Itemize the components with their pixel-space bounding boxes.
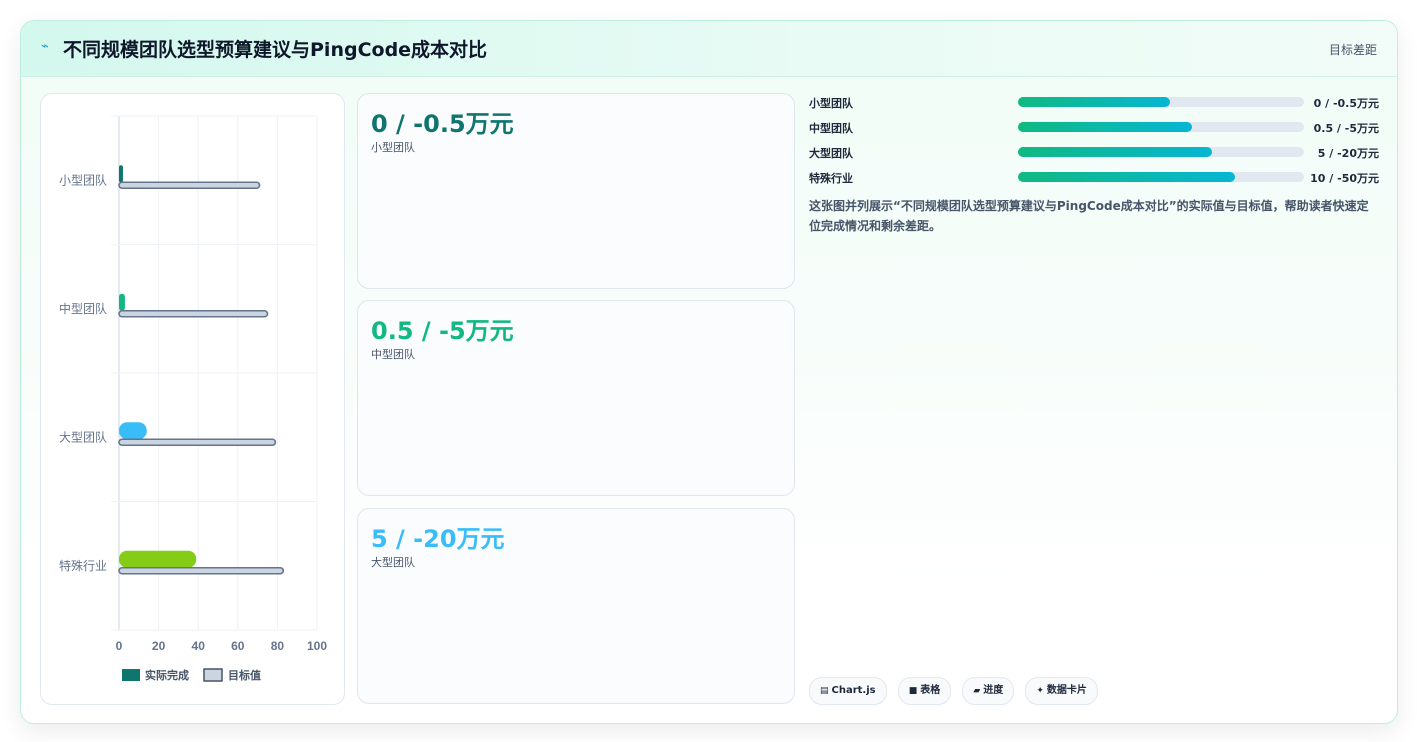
target-bar bbox=[118, 181, 261, 190]
kpi-value: 5 / -20万元 bbox=[371, 525, 505, 553]
y-tick-label: 大型团队 bbox=[59, 429, 107, 444]
progress-panel: 小型团队 0 / -0.5万元 中型团队 0.5 / -5万元 大型团队 5 /… bbox=[809, 93, 1379, 233]
y-tick-label: 中型团队 bbox=[59, 301, 107, 316]
progress-name: 小型团队 bbox=[809, 97, 853, 110]
progress-row: 大型团队 5 / -20万元 bbox=[809, 143, 1379, 168]
tag-label: 进度 bbox=[983, 685, 1004, 696]
y-tick-label: 小型团队 bbox=[59, 172, 107, 187]
progress-row: 特殊行业 10 / -50万元 bbox=[809, 168, 1379, 193]
x-tick-label: 20 bbox=[152, 639, 166, 653]
kpi-card-small: 0 / -0.5万元 小型团队 bbox=[357, 93, 795, 289]
tag-data-card[interactable]: ✦ 数据卡片 bbox=[1025, 677, 1098, 705]
actual-bar bbox=[119, 293, 125, 311]
kpi-card-large: 5 / -20万元 大型团队 bbox=[357, 508, 795, 704]
tag-label: 表格 bbox=[920, 685, 941, 696]
header-bar: ⌁ 不同规模团队选型预算建议与PingCode成本对比 目标差距 bbox=[21, 21, 1397, 77]
legend-label-actual: 实际完成 bbox=[145, 668, 189, 682]
actual-bar bbox=[119, 550, 197, 568]
kpi-label: 大型团队 bbox=[371, 556, 415, 569]
x-tick-label: 80 bbox=[271, 639, 285, 653]
progress-track bbox=[1018, 147, 1304, 157]
tag-label: 数据卡片 bbox=[1046, 685, 1087, 696]
x-tick-label: 60 bbox=[231, 639, 245, 653]
bar-chart: 0 20 40 60 80 100 小型团队中型团队大型团队特殊行业实际完成 目标值 bbox=[59, 115, 327, 682]
tag-list: ▤ Chart.js ■ 表格 ▰ 进度 ✦ 数据卡片 bbox=[809, 677, 1104, 705]
progress-fill bbox=[1018, 122, 1193, 132]
bar-chart-panel: 0 20 40 60 80 100 小型团队中型团队大型团队特殊行业实际完成 目标值 bbox=[40, 93, 345, 705]
progress-track bbox=[1018, 172, 1304, 182]
progress-fill bbox=[1018, 97, 1170, 107]
kpi-label: 中型团队 bbox=[371, 348, 415, 361]
progress-row: 小型团队 0 / -0.5万元 bbox=[809, 93, 1379, 118]
x-tick-label: 100 bbox=[307, 639, 327, 653]
progress-fill bbox=[1018, 147, 1213, 157]
main-card: ⌁ 不同规模团队选型预算建议与PingCode成本对比 目标差距 0 20 40 60… bbox=[20, 20, 1398, 724]
target-bar bbox=[118, 309, 269, 318]
x-tick-label: 0 bbox=[116, 639, 123, 653]
sparkle-icon: ✦ bbox=[1036, 686, 1044, 696]
y-tick-label: 特殊行业 bbox=[59, 558, 107, 573]
progress-fill bbox=[1018, 172, 1236, 182]
target-bar bbox=[118, 438, 277, 447]
progress-name: 中型团队 bbox=[809, 122, 853, 135]
progress-row: 中型团队 0.5 / -5万元 bbox=[809, 118, 1379, 143]
bolt-icon: ⌁ bbox=[41, 39, 49, 54]
progress-value: 0.5 / -5万元 bbox=[1313, 122, 1379, 135]
actual-bar bbox=[119, 422, 147, 440]
progress-track bbox=[1018, 122, 1304, 132]
kpi-card-medium: 0.5 / -5万元 中型团队 bbox=[357, 300, 795, 496]
progress-track bbox=[1018, 97, 1304, 107]
tag-label: Chart.js bbox=[831, 685, 876, 696]
tag-table[interactable]: ■ 表格 bbox=[897, 677, 952, 705]
progress-value: 5 / -20万元 bbox=[1317, 147, 1379, 160]
legend-label-target: 目标值 bbox=[228, 668, 261, 682]
progress-value: 10 / -50万元 bbox=[1310, 172, 1379, 185]
chart-icon: ▤ bbox=[820, 686, 829, 696]
kpi-value: 0.5 / -5万元 bbox=[371, 317, 514, 345]
progress-name: 大型团队 bbox=[809, 147, 853, 160]
kpi-label: 小型团队 bbox=[371, 141, 415, 154]
progress-value: 0 / -0.5万元 bbox=[1313, 97, 1379, 110]
tag-chartjs[interactable]: ▤ Chart.js bbox=[809, 677, 887, 705]
legend-swatch-actual bbox=[122, 669, 140, 681]
table-icon: ■ bbox=[908, 686, 918, 696]
target-bar bbox=[118, 566, 285, 575]
kpi-value: 0 / -0.5万元 bbox=[371, 110, 514, 138]
legend-swatch-target bbox=[203, 668, 223, 682]
description-text: 这张图并列展示“不同规模团队选型预算建议与PingCode成本对比”的实际值与目… bbox=[809, 199, 1369, 233]
progress-name: 特殊行业 bbox=[809, 172, 853, 185]
goal-gap-label: 目标差距 bbox=[1328, 43, 1377, 57]
progress-icon: ▰ bbox=[973, 686, 981, 696]
page-title: 不同规模团队选型预算建议与PingCode成本对比 bbox=[63, 39, 488, 61]
x-tick-label: 40 bbox=[192, 639, 206, 653]
actual-bar bbox=[119, 165, 123, 183]
tag-progress[interactable]: ▰ 进度 bbox=[962, 677, 1015, 705]
